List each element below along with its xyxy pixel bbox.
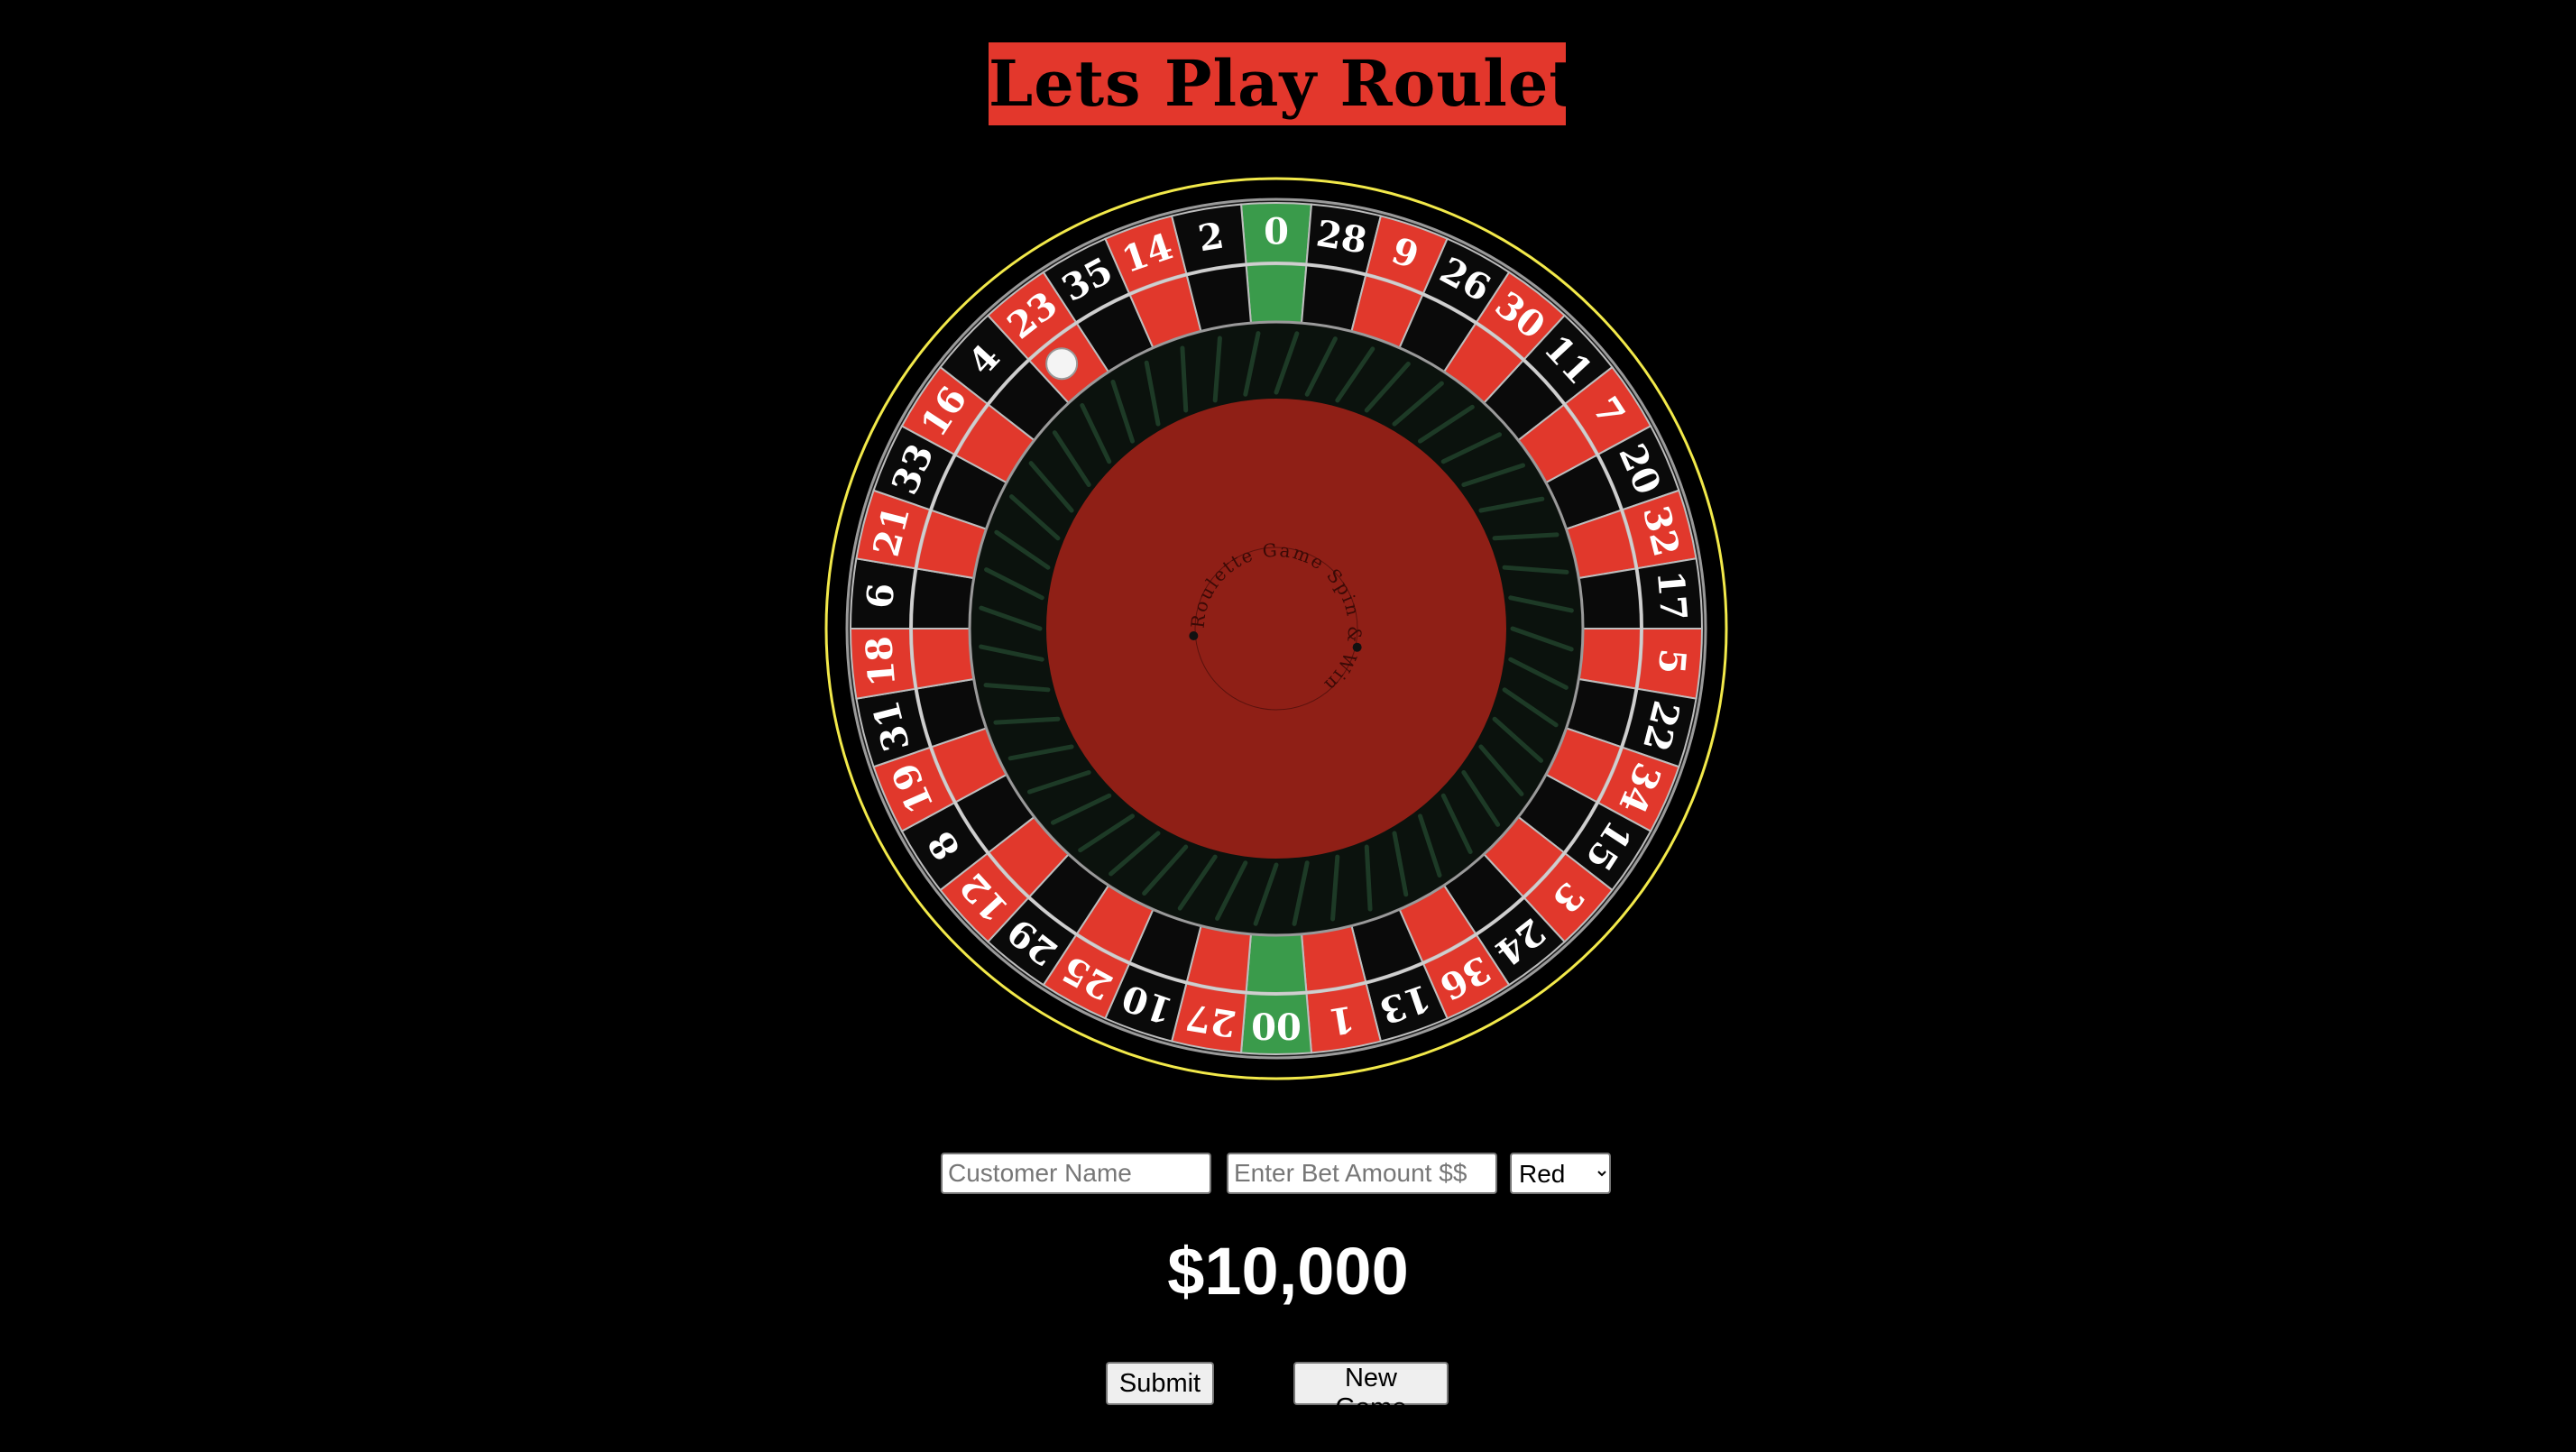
page-title: Lets Play Roulette [989,42,1650,125]
wheel-number-label: 00 [1251,1005,1302,1047]
bet-color-select[interactable]: Red [1510,1153,1611,1194]
wheel-number-label: 28 [1313,212,1370,262]
wheel-color-pocket [910,628,975,690]
roulette-page: Lets Play Roulette Roulette Game Spin & … [0,0,2576,1452]
roulette-ball [1045,347,1079,381]
customer-name-input[interactable] [941,1153,1211,1194]
wheel-number-label: 5 [1650,648,1694,676]
wheel-number-label: 6 [859,582,903,611]
wheel-center [1046,399,1506,859]
wheel-center-dot [1189,631,1199,641]
roulette-wheel: Roulette Game Spin & Win 0 28 9 26 30 11 7 20 32 1… [823,176,1729,1081]
wheel-color-pocket [1578,628,1642,690]
wheel-color-pocket [910,567,975,630]
wheel-number-label: 18 [858,635,904,688]
bankroll-amount: $10,000 [1167,1234,1409,1309]
new-game-button[interactable]: New Game [1293,1362,1449,1422]
bet-amount-input[interactable] [1227,1153,1497,1194]
wheel-number-label: 27 [1182,995,1239,1045]
wheel-number-label: 0 [1264,211,1289,253]
submit-button[interactable]: Submit [1106,1362,1214,1405]
wheel-number-label: 17 [1649,569,1695,622]
wheel-color-pocket [1245,933,1308,994]
wheel-color-pocket [1578,567,1642,630]
roulette-wheel-graphic: Roulette Game Spin & Win0 28 9 263011720321… [824,177,1728,1080]
wheel-color-pocket [1245,263,1308,325]
